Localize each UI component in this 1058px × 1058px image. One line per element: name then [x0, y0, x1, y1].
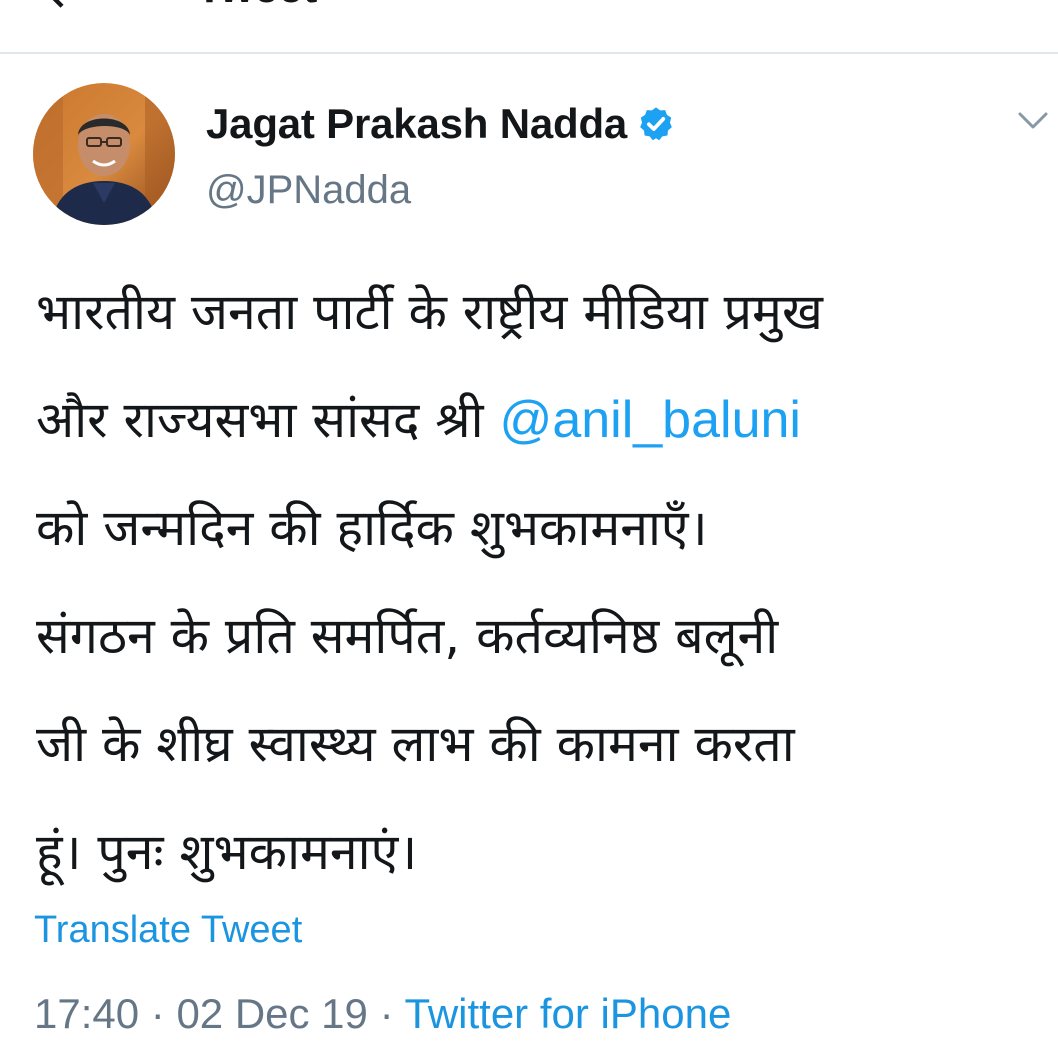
tweet-detail-page: ← Tweet Jagat Prakash N	[0, 0, 1058, 1058]
author-row[interactable]: Jagat Prakash Nadda	[206, 96, 675, 152]
tweet-line: हूं। पुनः शुभकामनाएं।	[36, 823, 418, 881]
page-title: Tweet	[196, 0, 317, 10]
top-bar: ← Tweet	[0, 0, 1058, 52]
author-name[interactable]: Jagat Prakash Nadda	[206, 100, 627, 148]
tweet-text: भारतीय जनता पार्टी के राष्ट्रीय मीडिया प…	[36, 258, 1051, 906]
translate-tweet-link[interactable]: Translate Tweet	[34, 906, 302, 954]
mention-link[interactable]: @anil_baluni	[500, 391, 801, 449]
avatar[interactable]	[33, 83, 175, 225]
chevron-down-icon[interactable]	[1016, 108, 1050, 134]
tweet-date: 02 Dec 19	[176, 990, 368, 1037]
back-arrow-icon[interactable]: ←	[48, 0, 92, 22]
header-divider	[0, 52, 1058, 54]
author-handle[interactable]: @JPNadda	[206, 166, 411, 214]
tweet-meta: 17:40 · 02 Dec 19 · Twitter for iPhone	[34, 988, 731, 1040]
tweet-source-link[interactable]: Twitter for iPhone	[404, 990, 731, 1037]
meta-separator: ·	[139, 990, 177, 1037]
tweet-line: संगठन के प्रति समर्पित, कर्तव्यनिष्ठ बलू…	[36, 607, 779, 665]
tweet-line: को जन्मदिन की हार्दिक शुभकामनाएँ।	[36, 499, 708, 557]
tweet-line: जी के शीघ्र स्वास्थ्य लाभ की कामना करता	[36, 715, 795, 773]
tweet-time: 17:40	[34, 990, 140, 1037]
meta-separator: ·	[367, 990, 405, 1037]
tweet-line: भारतीय जनता पार्टी के राष्ट्रीय मीडिया प…	[36, 283, 823, 341]
avatar-icon	[33, 83, 175, 225]
tweet-line: और राज्यसभा सांसद श्री @anil_baluni	[36, 366, 1051, 474]
tweet-line-text: और राज्यसभा सांसद श्री	[36, 391, 500, 449]
verified-badge-icon	[640, 107, 672, 141]
